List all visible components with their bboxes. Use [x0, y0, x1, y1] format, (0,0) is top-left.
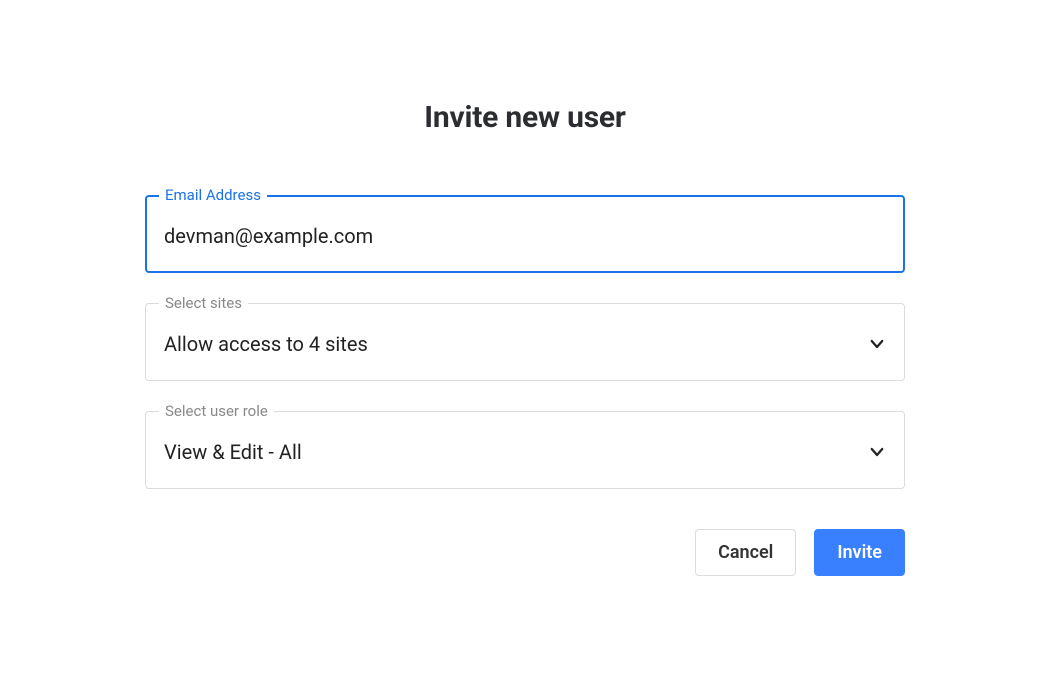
- sites-field-wrapper: Select sites Allow access to 4 sites: [145, 303, 905, 381]
- sites-select[interactable]: Allow access to 4 sites: [145, 303, 905, 381]
- invite-button[interactable]: Invite: [814, 529, 905, 576]
- role-select[interactable]: View & Edit - All: [145, 411, 905, 489]
- email-input[interactable]: [164, 224, 886, 248]
- sites-select-value: Allow access to 4 sites: [164, 332, 368, 356]
- email-field-wrapper: Email Address: [145, 195, 905, 273]
- dialog-actions: Cancel Invite: [145, 529, 905, 576]
- invite-user-dialog: Invite new user Email Address Select sit…: [145, 100, 905, 576]
- cancel-button[interactable]: Cancel: [695, 529, 796, 576]
- role-select-value: View & Edit - All: [164, 440, 302, 464]
- role-field-label: Select user role: [159, 401, 274, 421]
- sites-field-label: Select sites: [159, 293, 248, 313]
- email-field-label: Email Address: [159, 185, 267, 205]
- chevron-down-icon: [868, 443, 886, 461]
- dialog-title: Invite new user: [145, 100, 905, 135]
- chevron-down-icon: [868, 335, 886, 353]
- role-field-wrapper: Select user role View & Edit - All: [145, 411, 905, 489]
- email-field-box[interactable]: [145, 195, 905, 273]
